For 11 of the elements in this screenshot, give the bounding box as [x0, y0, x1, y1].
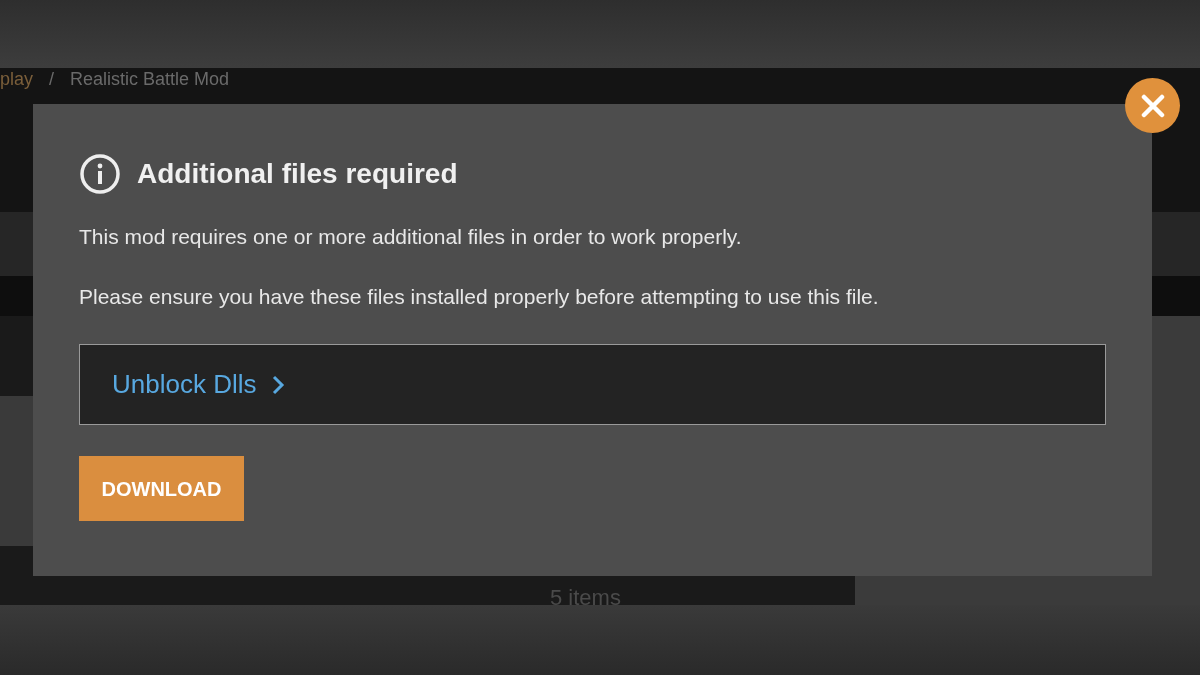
breadcrumb-item: Realistic Battle Mod — [70, 70, 230, 88]
chevron-right-icon — [270, 373, 285, 396]
breadcrumb-item: play — [0, 70, 34, 88]
info-icon — [79, 153, 121, 195]
close-button[interactable] — [1125, 78, 1180, 133]
dialog-message: This mod requires one or more additional files in order to work properly. — [79, 224, 743, 250]
breadcrumb-item: / — [49, 70, 55, 88]
dialog-message: Please ensure you have these files installed properly before attempting to use this file. — [79, 284, 880, 310]
dialog-title: Additional files required — [137, 157, 458, 191]
required-file-link[interactable]: Unblock Dlls — [112, 365, 285, 404]
close-icon — [1140, 93, 1165, 118]
